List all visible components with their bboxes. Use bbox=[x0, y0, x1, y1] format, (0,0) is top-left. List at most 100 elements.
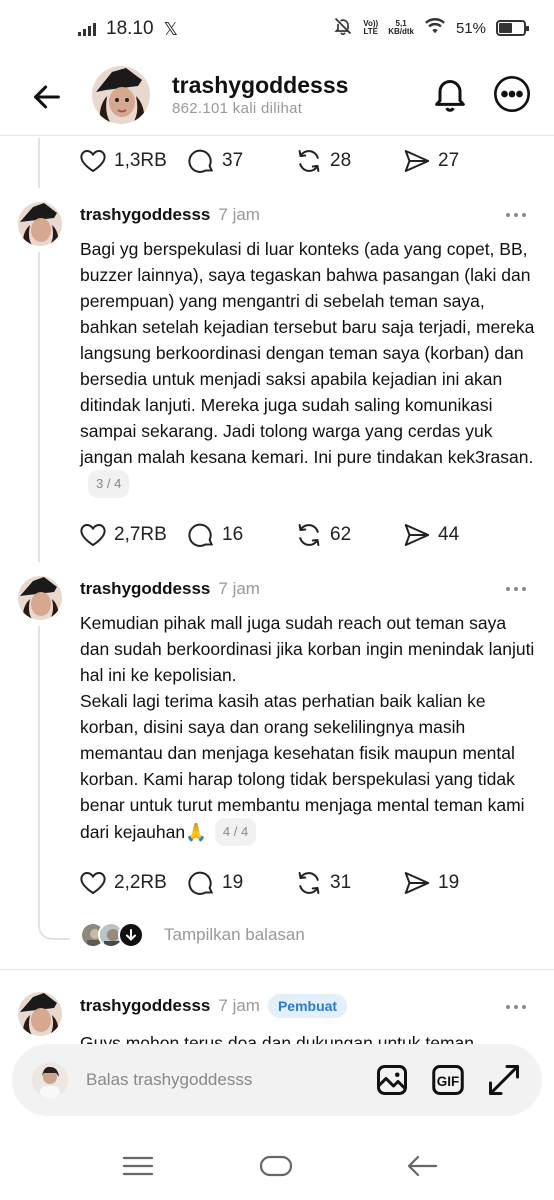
repost-button[interactable]: 31 bbox=[294, 868, 402, 898]
post-username[interactable]: trashygoddesss bbox=[80, 579, 210, 599]
heart-icon bbox=[80, 149, 106, 173]
show-replies-label: Tampilkan balasan bbox=[164, 925, 305, 944]
battery-percent: 51% bbox=[455, 19, 486, 37]
post-header: trashygoddesss 7 jam Pembuat bbox=[80, 994, 348, 1018]
net-speed-unit: KB/dtk bbox=[388, 27, 414, 36]
post-actions: 1,3RB 37 28 27 bbox=[78, 146, 510, 176]
reply-button[interactable]: 16 bbox=[186, 520, 294, 550]
profile-header: trashygoddesss 862.101 kali dilihat bbox=[0, 60, 554, 136]
reply-button[interactable]: 19 bbox=[186, 868, 294, 898]
send-icon bbox=[404, 150, 430, 172]
signal-icon bbox=[78, 22, 96, 36]
page-title[interactable]: trashygoddesss bbox=[172, 72, 348, 99]
view-count: 862.101 kali dilihat bbox=[172, 100, 303, 117]
repost-count: 28 bbox=[330, 150, 352, 171]
svg-text:GIF: GIF bbox=[437, 1074, 460, 1089]
avatar bbox=[32, 1062, 68, 1098]
post-header: trashygoddesss 7 jam bbox=[80, 205, 260, 225]
post-text: Sekali lagi terima kasih atas perhatian … bbox=[80, 691, 525, 842]
volte-bottom: LTE bbox=[363, 27, 378, 36]
heart-icon bbox=[80, 871, 106, 895]
like-button[interactable]: 1,3RB bbox=[78, 146, 186, 176]
post-text: Guys mohon terus doa dan dukungan untuk … bbox=[80, 1033, 475, 1044]
divider bbox=[0, 969, 554, 970]
repost-button[interactable]: 28 bbox=[294, 146, 402, 176]
show-replies-button[interactable]: Tampilkan balasan bbox=[80, 922, 305, 948]
comment-icon bbox=[188, 149, 214, 173]
more-options-icon[interactable] bbox=[504, 584, 528, 594]
reply-input[interactable] bbox=[86, 1066, 366, 1094]
post-header: trashygoddesss 7 jam bbox=[80, 579, 260, 599]
reply-count: 16 bbox=[222, 524, 244, 545]
status-bar: 18.10 𝕏 Vo)) LTE 5,1 KB/dtk 51% bbox=[0, 0, 554, 60]
net-speed: 5,1 KB/dtk bbox=[388, 20, 414, 36]
avatar[interactable] bbox=[92, 66, 150, 124]
x-logo-icon: 𝕏 bbox=[163, 18, 179, 39]
thread-line bbox=[38, 626, 40, 916]
share-count: 19 bbox=[438, 872, 460, 893]
post-body: Kemudian pihak mall juga sudah reach out… bbox=[80, 610, 540, 846]
arrow-down-icon bbox=[118, 922, 144, 948]
share-button[interactable]: 27 bbox=[402, 146, 510, 176]
repost-button[interactable]: 62 bbox=[294, 520, 402, 550]
post-text: Kemudian pihak mall juga sudah reach out… bbox=[80, 613, 535, 685]
image-icon[interactable] bbox=[374, 1062, 410, 1098]
recents-icon[interactable] bbox=[120, 1152, 156, 1180]
avatar[interactable] bbox=[18, 576, 62, 620]
post-body: Bagi yg berspekulasi di luar konteks (ad… bbox=[80, 236, 542, 498]
more-options-icon[interactable] bbox=[504, 1002, 528, 1012]
thread-counter: 4 / 4 bbox=[214, 818, 257, 846]
repost-count: 62 bbox=[330, 524, 352, 545]
more-options-icon[interactable] bbox=[504, 210, 528, 220]
reply-count: 19 bbox=[222, 872, 244, 893]
reply-composer: GIF bbox=[12, 1044, 542, 1116]
repost-icon bbox=[298, 150, 320, 172]
comment-icon bbox=[188, 523, 214, 547]
repost-icon bbox=[298, 524, 320, 546]
send-icon bbox=[404, 524, 430, 546]
expand-icon[interactable] bbox=[486, 1062, 522, 1098]
post-username[interactable]: trashygoddesss bbox=[80, 996, 210, 1016]
heart-icon bbox=[80, 523, 106, 547]
battery-icon bbox=[496, 20, 529, 36]
status-time: 18.10 bbox=[106, 18, 154, 39]
author-badge: Pembuat bbox=[267, 994, 348, 1018]
post-body: Guys mohon terus doa dan dukungan untuk … bbox=[80, 1030, 540, 1044]
more-icon[interactable] bbox=[492, 74, 532, 114]
back-icon[interactable] bbox=[404, 1152, 440, 1180]
avatar[interactable] bbox=[18, 202, 62, 246]
volte-icon: Vo)) LTE bbox=[363, 20, 378, 36]
like-count: 1,3RB bbox=[114, 150, 167, 171]
post-time: 7 jam bbox=[218, 996, 260, 1015]
back-arrow-icon[interactable] bbox=[30, 80, 64, 114]
reply-count: 37 bbox=[222, 150, 244, 171]
home-icon[interactable] bbox=[258, 1152, 294, 1180]
comment-icon bbox=[188, 871, 214, 895]
reply-button[interactable]: 37 bbox=[186, 146, 294, 176]
repost-icon bbox=[298, 872, 320, 894]
battery-fill bbox=[499, 23, 513, 33]
repost-count: 31 bbox=[330, 872, 352, 893]
like-button[interactable]: 2,7RB bbox=[78, 520, 186, 550]
like-count: 2,7RB bbox=[114, 524, 167, 545]
like-button[interactable]: 2,2RB bbox=[78, 868, 186, 898]
post-actions: 2,7RB 16 62 44 bbox=[78, 520, 510, 550]
system-nav-bar bbox=[0, 1130, 554, 1200]
post-username[interactable]: trashygoddesss bbox=[80, 205, 210, 225]
bell-icon[interactable] bbox=[430, 74, 470, 114]
post-actions: 2,2RB 19 31 19 bbox=[78, 868, 510, 898]
share-button[interactable]: 44 bbox=[402, 520, 510, 550]
mute-icon bbox=[333, 16, 353, 40]
thread-line-curve bbox=[38, 900, 70, 940]
share-count: 27 bbox=[438, 150, 460, 171]
send-icon bbox=[404, 872, 430, 894]
post-time: 7 jam bbox=[218, 205, 260, 224]
post-time: 7 jam bbox=[218, 579, 260, 598]
avatar[interactable] bbox=[18, 992, 62, 1036]
share-button[interactable]: 19 bbox=[402, 868, 510, 898]
thread-line bbox=[38, 138, 40, 188]
post-text: Bagi yg berspekulasi di luar konteks (ad… bbox=[80, 239, 535, 467]
share-count: 44 bbox=[438, 524, 460, 545]
thread-line bbox=[38, 252, 40, 562]
gif-icon[interactable]: GIF bbox=[430, 1062, 466, 1098]
